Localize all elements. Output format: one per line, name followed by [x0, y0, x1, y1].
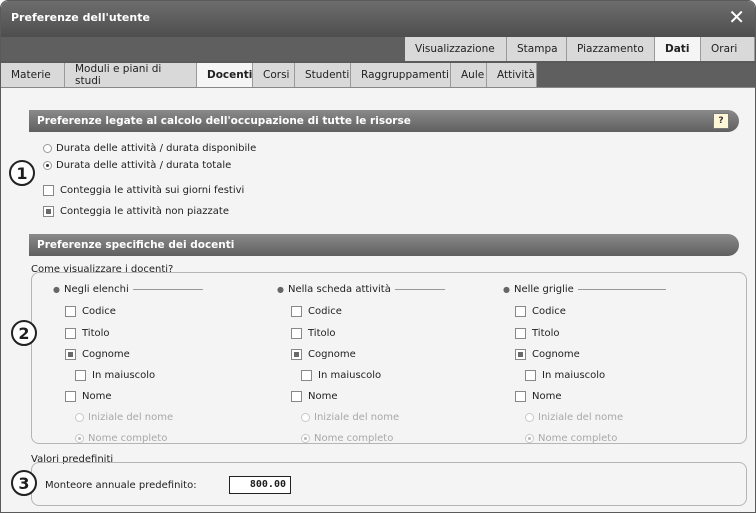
column-title-elenchi: ● Negli elenchi — [53, 284, 203, 295]
col2-check-codice[interactable]: Codice — [291, 306, 342, 317]
sub-tabbar: Materie Moduli e piani di studi Docenti … — [1, 63, 755, 87]
col3-radio-completo: Nome completo — [525, 433, 617, 444]
col2-check-titolo[interactable]: Titolo — [291, 328, 336, 339]
col3-check-maiuscolo[interactable]: In maiuscolo — [525, 370, 605, 381]
tab-visualizzazione[interactable]: Visualizzazione — [405, 37, 507, 61]
column-title-griglie: ● Nelle griglie — [503, 284, 666, 295]
tab-piazzamento[interactable]: Piazzamento — [567, 37, 655, 61]
window-title: Preferenze dell'utente — [11, 11, 150, 24]
monteore-input[interactable]: 800.00 — [229, 476, 291, 494]
callout-marker-3: 3 — [11, 470, 37, 496]
col3-check-cognome[interactable]: Cognome — [515, 349, 580, 360]
help-icon[interactable]: ? — [713, 113, 729, 129]
title-bar: Preferenze dell'utente ✕ — [1, 1, 755, 37]
tab-attivita[interactable]: Attività — [487, 63, 537, 87]
check-non-piazzate[interactable]: Conteggia le attività non piazzate — [43, 206, 229, 217]
tab-corsi[interactable]: Corsi — [253, 63, 295, 87]
col2-check-maiuscolo[interactable]: In maiuscolo — [301, 370, 381, 381]
radio-durata-totale[interactable]: Durata delle attività / durata totale — [43, 160, 231, 171]
section-occupazione-header: Preferenze legate al calcolo dell'occupa… — [29, 110, 739, 132]
monteore-label: Monteore annuale predefinito: — [45, 480, 197, 491]
col3-check-codice[interactable]: Codice — [515, 306, 566, 317]
column-title-scheda: ● Nella scheda attività — [277, 284, 445, 295]
col2-radio-completo: Nome completo — [301, 433, 393, 444]
col1-check-titolo[interactable]: Titolo — [65, 328, 110, 339]
tab-content: Preferenze legate al calcolo dell'occupa… — [1, 87, 755, 512]
callout-marker-1: 1 — [9, 160, 35, 186]
tab-moduli[interactable]: Moduli e piani di studi — [65, 63, 197, 87]
preferences-window: Preferenze dell'utente ✕ Visualizzazione… — [0, 0, 756, 513]
col3-check-nome[interactable]: Nome — [515, 391, 562, 402]
radio-durata-disponibile[interactable]: Durata delle attività / durata disponibi… — [43, 143, 256, 154]
col1-check-cognome[interactable]: Cognome — [65, 349, 130, 360]
tab-materie[interactable]: Materie — [1, 63, 65, 87]
col2-radio-iniziale: Iniziale del nome — [301, 412, 399, 423]
col3-check-titolo[interactable]: Titolo — [515, 328, 560, 339]
col1-radio-completo: Nome completo — [75, 433, 167, 444]
col1-check-nome[interactable]: Nome — [65, 391, 112, 402]
col3-radio-iniziale: Iniziale del nome — [525, 412, 623, 423]
main-tabbar: Visualizzazione Stampa Piazzamento Dati … — [1, 37, 755, 63]
section-docenti-header: Preferenze specifiche dei docenti — [29, 234, 739, 256]
close-icon[interactable]: ✕ — [728, 7, 745, 27]
tab-raggruppamenti[interactable]: Raggruppamenti — [351, 63, 451, 87]
check-giorni-festivi[interactable]: Conteggia le attività sui giorni festivi — [43, 185, 244, 196]
tab-studenti[interactable]: Studenti — [295, 63, 351, 87]
col2-check-nome[interactable]: Nome — [291, 391, 338, 402]
tab-dati[interactable]: Dati — [655, 37, 701, 61]
col2-check-cognome[interactable]: Cognome — [291, 349, 356, 360]
tab-aule[interactable]: Aule — [451, 63, 487, 87]
col1-check-codice[interactable]: Codice — [65, 306, 116, 317]
tab-docenti[interactable]: Docenti — [197, 63, 253, 87]
col1-radio-iniziale: Iniziale del nome — [75, 412, 173, 423]
col1-check-maiuscolo[interactable]: In maiuscolo — [75, 370, 155, 381]
tab-orari[interactable]: Orari — [701, 37, 755, 61]
tab-stampa[interactable]: Stampa — [507, 37, 567, 61]
callout-marker-2: 2 — [11, 320, 37, 346]
